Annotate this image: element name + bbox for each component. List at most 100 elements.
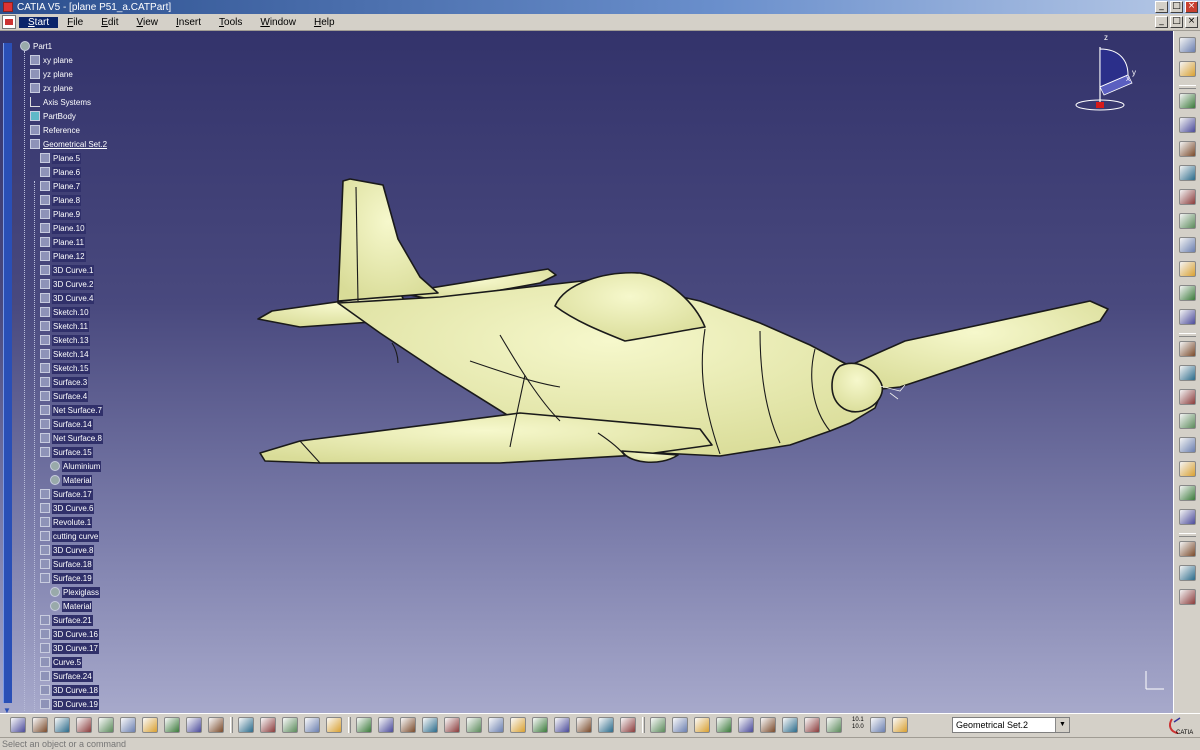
affinity-icon[interactable] (1179, 437, 1196, 453)
save-icon[interactable] (54, 717, 70, 733)
pan-icon[interactable] (400, 717, 416, 733)
toolbar-grip[interactable] (1179, 333, 1196, 337)
tree-node[interactable]: Surface.3 (40, 375, 89, 389)
tree-node[interactable]: zx plane (30, 81, 74, 95)
maximize-button[interactable]: □ (1170, 1, 1183, 13)
tree-node[interactable]: 3D Curve.6 (40, 501, 95, 515)
tree-node[interactable]: Surface.18 (40, 557, 93, 571)
tree-node[interactable]: Surface.15 (40, 445, 93, 459)
minimize-button[interactable]: _ (1155, 1, 1168, 13)
tree-node[interactable]: Surface.21 (40, 613, 93, 627)
doc-maximize-button[interactable]: □ (1170, 16, 1183, 28)
tree-node[interactable]: Surface.19 (40, 571, 93, 585)
tree-node[interactable]: Surface.24 (40, 669, 93, 683)
tree-node[interactable]: Plane.12 (40, 249, 86, 263)
tree-node[interactable]: Material (50, 473, 93, 487)
fill-icon[interactable] (892, 717, 908, 733)
catalog-icon[interactable] (760, 717, 776, 733)
new-icon[interactable] (10, 717, 26, 733)
tree-node[interactable]: 3D Curve.4 (40, 291, 95, 305)
open-icon[interactable] (32, 717, 48, 733)
menu-help[interactable]: Help (305, 17, 344, 28)
boundary-icon[interactable] (1179, 461, 1196, 477)
tree-node[interactable]: PartBody (30, 109, 77, 123)
tree-node[interactable]: Material (50, 599, 93, 613)
number-format-icon[interactable]: 10.1 10.0 (852, 717, 868, 733)
menu-window[interactable]: Window (251, 17, 305, 28)
tree-node[interactable]: Curve.5 (40, 655, 83, 669)
param-icon[interactable] (304, 717, 320, 733)
tree-node[interactable]: Sketch.15 (40, 361, 90, 375)
menu-tools[interactable]: Tools (210, 17, 251, 28)
knowledge-icon[interactable] (260, 717, 276, 733)
rotate-view-icon[interactable] (422, 717, 438, 733)
print-icon[interactable] (76, 717, 92, 733)
cube-icon[interactable] (826, 717, 842, 733)
tree-node[interactable]: Sketch.13 (40, 333, 90, 347)
tree-node[interactable]: Plexiglass (50, 585, 101, 599)
sheet-icon[interactable] (738, 717, 754, 733)
translate-icon[interactable] (1179, 341, 1196, 357)
tree-node[interactable]: Plane.5 (40, 151, 82, 165)
chevron-down-icon[interactable]: ▼ (1055, 718, 1069, 732)
select-arrow-icon[interactable] (1179, 61, 1196, 77)
tree-node[interactable]: Net Surface.7 (40, 403, 103, 417)
iso-view-icon[interactable] (510, 717, 526, 733)
rotate-icon[interactable] (1179, 365, 1196, 381)
catia-app-icon[interactable] (3, 2, 13, 12)
tree-node[interactable]: yz plane (30, 67, 74, 81)
toolbar-grip[interactable] (642, 717, 645, 733)
tree-node[interactable]: 3D Curve.16 (40, 627, 99, 641)
3d-viewport[interactable]: z x y Part1 xy plane yz plane zx plane Axis … (0, 31, 1173, 713)
tree-node[interactable]: 3D Curve.8 (40, 543, 95, 557)
menu-start[interactable]: Start (19, 16, 59, 28)
table-icon[interactable] (282, 717, 298, 733)
tree-node[interactable]: Plane.8 (40, 193, 82, 207)
sweep-icon[interactable] (1179, 141, 1196, 157)
tree-node[interactable]: Sketch.10 (40, 305, 90, 319)
sketcher-icon[interactable] (1179, 93, 1196, 109)
tree-node[interactable]: Sketch.11 (40, 319, 89, 333)
law-icon[interactable] (1179, 485, 1196, 501)
material-icon[interactable] (1179, 541, 1196, 557)
tree-node[interactable]: Surface.17 (40, 487, 93, 501)
toolbar-grip[interactable] (1179, 85, 1196, 89)
tree-node[interactable]: Aluminium (50, 459, 102, 473)
knowledge-icon[interactable] (1179, 589, 1196, 605)
tree-node[interactable]: Net Surface.8 (40, 431, 103, 445)
undo-icon[interactable] (164, 717, 180, 733)
menu-insert[interactable]: Insert (167, 17, 210, 28)
command-input[interactable] (0, 738, 1200, 750)
toolbar-grip[interactable] (1179, 533, 1196, 537)
cut-icon[interactable] (98, 717, 114, 733)
tree-node[interactable]: Plane.6 (40, 165, 82, 179)
render-icon[interactable] (1179, 565, 1196, 581)
swap-icon[interactable] (576, 717, 592, 733)
shading-icon[interactable] (532, 717, 548, 733)
tree-node[interactable]: Plane.11 (40, 235, 85, 249)
tree-node[interactable]: Part1 (20, 39, 53, 53)
document-icon[interactable] (2, 15, 16, 29)
blend-icon[interactable] (1179, 261, 1196, 277)
current-geometrical-set-select[interactable]: Geometrical Set.2 ▼ (952, 717, 1070, 733)
join-icon[interactable] (1179, 165, 1196, 181)
toolbar-grip[interactable] (348, 717, 351, 733)
fill-icon[interactable] (1179, 237, 1196, 253)
normal-view-icon[interactable] (488, 717, 504, 733)
menu-file[interactable]: File (58, 17, 92, 28)
close-button[interactable]: × (1185, 1, 1198, 13)
analysis-icon[interactable] (782, 717, 798, 733)
extract-icon[interactable] (1179, 309, 1196, 325)
catia-logo[interactable]: CATIA (1166, 716, 1196, 736)
measure-icon[interactable] (1179, 509, 1196, 525)
compass-widget[interactable]: z x y (1062, 31, 1162, 121)
law-icon[interactable] (870, 717, 886, 733)
zoom-in-icon[interactable] (444, 717, 460, 733)
tree-node[interactable]: 3D Curve.19 (40, 697, 99, 711)
tree-node[interactable]: 3D Curve.2 (40, 277, 95, 291)
trim-icon[interactable] (1179, 285, 1196, 301)
scale-icon[interactable] (1179, 413, 1196, 429)
offset-icon[interactable] (1179, 213, 1196, 229)
tree-node[interactable]: Plane.10 (40, 221, 86, 235)
tree-node[interactable]: Axis Systems (30, 95, 92, 109)
